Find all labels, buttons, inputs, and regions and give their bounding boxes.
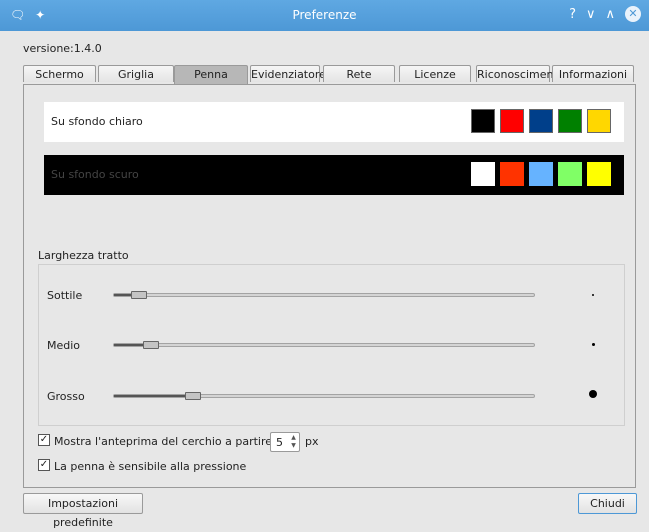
dark-color-swatch[interactable] bbox=[471, 162, 495, 186]
slider-handle[interactable] bbox=[185, 392, 201, 400]
stroke-medium-label: Medio bbox=[47, 339, 81, 352]
stroke-thick-label: Grosso bbox=[47, 390, 85, 403]
dark-color-swatch[interactable] bbox=[587, 162, 611, 186]
close-icon[interactable]: ✕ bbox=[625, 6, 641, 22]
title-bar: 🗨︎ ✦ Preferenze ? ∨ ∧ ✕ bbox=[0, 0, 649, 31]
spinbox-unit: px bbox=[305, 435, 319, 448]
close-button[interactable]: Chiudi bbox=[578, 493, 637, 514]
stroke-thin-label: Sottile bbox=[47, 289, 83, 302]
stroke-thin-slider[interactable] bbox=[113, 291, 535, 299]
light-color-swatch[interactable] bbox=[471, 109, 495, 133]
stroke-medium-preview-dot bbox=[592, 343, 595, 346]
spinbox-arrows-icon[interactable]: ▲ ▼ bbox=[289, 434, 298, 450]
preview-circle-label: Mostra l'anteprima del cerchio a partire… bbox=[54, 435, 290, 448]
defaults-button[interactable]: Impostazioni predefinite bbox=[23, 493, 143, 529]
tab-informazioni[interactable]: Informazioni su bbox=[552, 65, 634, 98]
tab-griglia[interactable]: Griglia bbox=[98, 65, 174, 82]
dark-color-swatch[interactable] bbox=[529, 162, 553, 186]
stroke-width-title: Larghezza tratto bbox=[38, 249, 129, 262]
stroke-thick-slider[interactable] bbox=[113, 392, 535, 400]
tab-licenze[interactable]: Licenze bbox=[399, 65, 471, 82]
light-color-swatch[interactable] bbox=[558, 109, 582, 133]
preview-circle-spinbox[interactable]: 5 ▲ ▼ bbox=[270, 432, 300, 452]
dark-color-swatch[interactable] bbox=[500, 162, 524, 186]
slider-fill bbox=[114, 395, 185, 397]
window-controls: ? ∨ ∧ ✕ bbox=[569, 6, 641, 22]
pressure-checkbox[interactable]: ✓ bbox=[38, 459, 50, 471]
stroke-medium-slider[interactable] bbox=[113, 341, 535, 349]
light-background-row: Su sfondo chiaro bbox=[44, 102, 624, 142]
dark-color-swatch[interactable] bbox=[558, 162, 582, 186]
tab-riconoscimenti[interactable]: Riconoscimenti bbox=[476, 65, 561, 82]
light-color-swatch[interactable] bbox=[500, 109, 524, 133]
spinbox-value: 5 bbox=[276, 436, 283, 449]
tab-evidenziatore[interactable]: Evidenziatore bbox=[250, 65, 326, 82]
tab-schermo[interactable]: Schermo bbox=[23, 65, 96, 82]
stroke-thick-preview-dot bbox=[589, 390, 597, 398]
stroke-thin-preview-dot bbox=[592, 294, 594, 296]
slider-handle[interactable] bbox=[143, 341, 159, 349]
minimize-icon[interactable]: ∨ bbox=[586, 7, 596, 22]
preview-circle-checkbox[interactable]: ✓ bbox=[38, 434, 50, 446]
slider-fill bbox=[114, 344, 143, 346]
light-color-swatch[interactable] bbox=[529, 109, 553, 133]
tab-penna[interactable]: Penna bbox=[174, 65, 248, 84]
light-background-label: Su sfondo chiaro bbox=[51, 115, 143, 128]
slider-handle[interactable] bbox=[131, 291, 147, 299]
version-label: versione:1.4.0 bbox=[23, 42, 102, 55]
maximize-icon[interactable]: ∧ bbox=[605, 7, 615, 22]
dark-background-label: Su sfondo scuro bbox=[51, 168, 139, 181]
dark-background-row: Su sfondo scuro bbox=[44, 155, 624, 195]
light-color-swatch[interactable] bbox=[587, 109, 611, 133]
slider-fill bbox=[114, 294, 131, 296]
pressure-label: La penna è sensibile alla pressione bbox=[54, 460, 247, 473]
window-title: Preferenze bbox=[292, 8, 357, 22]
tab-rete[interactable]: Rete bbox=[323, 65, 395, 82]
help-icon[interactable]: ? bbox=[569, 7, 576, 22]
